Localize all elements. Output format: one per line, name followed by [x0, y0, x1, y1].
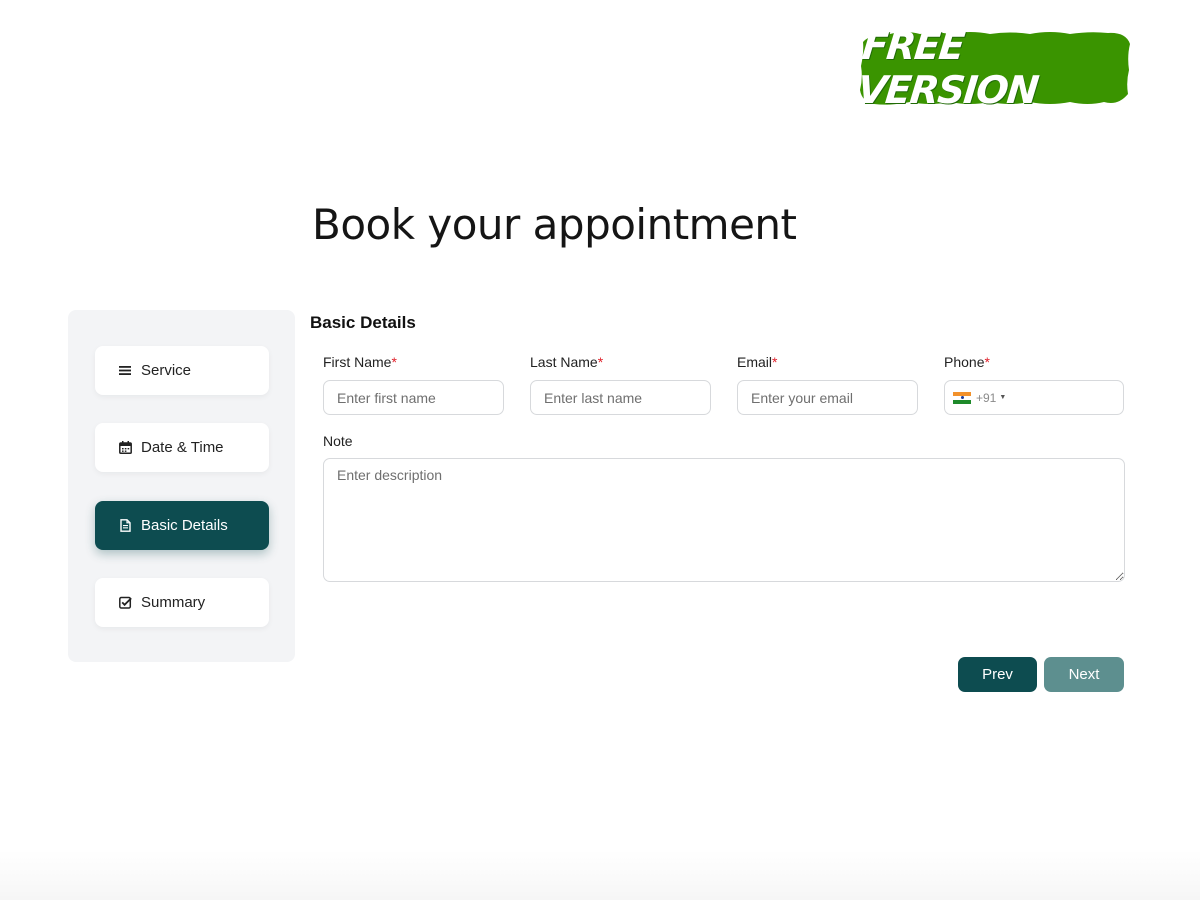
steps-sidebar: Service Date & Time Basic Details Summar…: [68, 310, 295, 662]
email-input[interactable]: [737, 380, 918, 415]
email-label-text: Email: [737, 354, 773, 370]
next-button[interactable]: Next: [1044, 657, 1124, 692]
step-label: Date & Time: [141, 439, 224, 456]
badge-text: FREE VERSION: [855, 24, 1040, 112]
section-title: Basic Details: [310, 313, 416, 332]
required-mark: *: [984, 354, 990, 370]
caret-down-icon: ▼: [999, 394, 1007, 401]
step-date-time[interactable]: Date & Time: [95, 423, 269, 472]
country-selector[interactable]: +91 ▼: [953, 391, 1006, 405]
step-label: Summary: [141, 594, 206, 611]
phone-label: Phone*: [944, 354, 990, 370]
prev-button[interactable]: Prev: [958, 657, 1037, 692]
note-label: Note: [323, 433, 353, 449]
required-mark: *: [597, 354, 604, 370]
document-icon: [119, 519, 132, 532]
step-basic-details[interactable]: Basic Details: [95, 501, 269, 550]
last-name-label-text: Last Name: [530, 354, 598, 370]
first-name-label-text: First Name: [323, 354, 392, 370]
note-textarea[interactable]: [323, 458, 1125, 582]
phone-input[interactable]: [1012, 382, 1194, 413]
last-name-input[interactable]: [530, 380, 711, 415]
required-mark: *: [391, 354, 397, 370]
dial-code: +91: [976, 390, 997, 405]
page-title: Book your appointment: [312, 200, 797, 249]
first-name-label: First Name*: [323, 354, 397, 370]
last-name-label: Last Name*: [530, 354, 603, 370]
calendar-icon: [119, 441, 132, 454]
list-icon: [119, 364, 132, 377]
phone-field: +91 ▼: [944, 380, 1194, 415]
india-flag-icon: [953, 391, 971, 404]
step-label: Service: [141, 362, 192, 379]
step-summary[interactable]: Summary: [95, 578, 269, 627]
free-version-badge: FREE VERSION: [855, 24, 1130, 112]
required-mark: *: [772, 354, 778, 370]
step-label: Basic Details: [141, 517, 228, 534]
first-name-input[interactable]: [323, 380, 504, 415]
phone-label-text: Phone: [944, 354, 985, 370]
step-service[interactable]: Service: [95, 346, 269, 395]
checkbox-icon: [119, 596, 132, 609]
email-label: Email*: [737, 354, 777, 370]
